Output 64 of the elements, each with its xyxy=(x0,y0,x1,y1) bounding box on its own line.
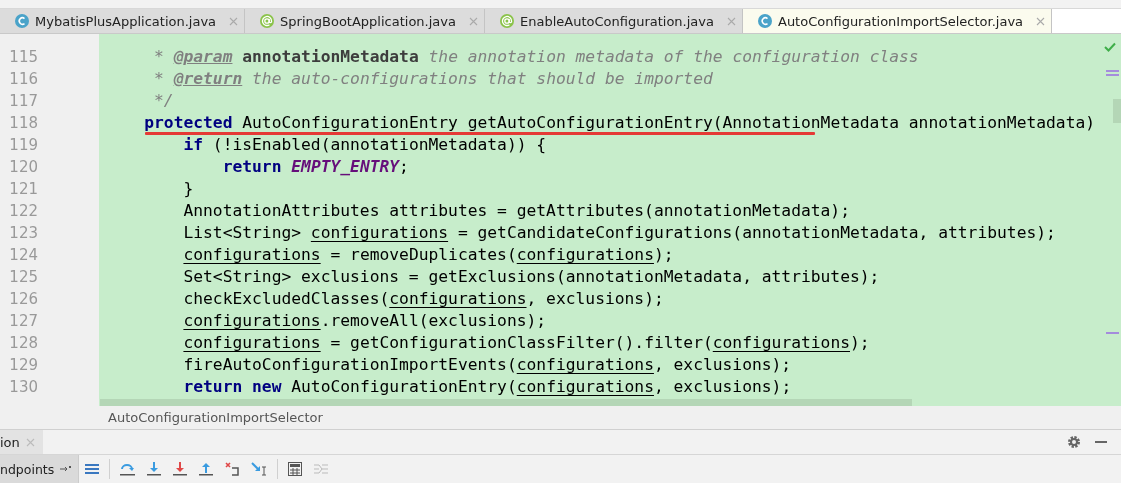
menu-icon[interactable] xyxy=(85,463,100,475)
code-line: configurations = removeDuplicates(configurations); xyxy=(182,244,674,266)
close-icon[interactable] xyxy=(229,16,239,26)
line-number: 117 xyxy=(8,91,38,112)
step-out-icon[interactable] xyxy=(199,462,214,476)
debug-tab[interactable]: ndpoints xyxy=(0,455,80,483)
line-number: 129 xyxy=(8,355,38,376)
code-line: } xyxy=(182,178,194,200)
code-line: fireAutoConfigurationImportEvents(configurations, exclusions); xyxy=(182,354,792,376)
close-icon[interactable] xyxy=(469,16,478,26)
pin-icon xyxy=(60,465,73,473)
force-step-into-icon[interactable] xyxy=(173,462,188,476)
editor-tab[interactable]: AutoConfigurationImportSelector.java xyxy=(743,9,1053,33)
marker-stripe[interactable] xyxy=(1106,70,1119,72)
line-number: 128 xyxy=(8,333,38,354)
line-number: 124 xyxy=(8,245,38,266)
marker-stripe[interactable] xyxy=(1106,332,1119,334)
step-into-icon[interactable] xyxy=(147,462,162,476)
code-line: Set<String> exclusions = getExclusions(annotationMetadata, attributes); xyxy=(182,266,880,288)
line-number: 126 xyxy=(8,289,38,310)
code-line: return new AutoConfigurationEntry(configurations, exclusions); xyxy=(182,376,792,398)
step-over-icon[interactable] xyxy=(120,462,136,476)
line-number: 115 xyxy=(8,47,38,68)
settings-icon[interactable] xyxy=(1067,435,1081,449)
close-icon[interactable] xyxy=(1036,16,1046,26)
run-to-cursor-icon[interactable] xyxy=(251,462,268,476)
editor-tab[interactable]: MybatisPlusApplication.java xyxy=(0,9,246,33)
code-line: List<String> configurations = getCandidateConfigurations(annotationMetadata, attributes); xyxy=(182,222,1056,244)
line-number: 118 xyxy=(8,113,38,134)
annotation-icon xyxy=(259,13,276,29)
close-icon[interactable] xyxy=(25,437,35,447)
editor-tab[interactable]: EnableAutoConfiguration.java xyxy=(485,9,743,33)
code-line: checkExcludedClasses(configurations, exclusions); xyxy=(182,288,664,310)
editor-tab[interactable]: SpringBootApplication.java xyxy=(245,9,485,33)
check-icon xyxy=(1104,42,1116,52)
code-line: * @return the auto-configurations that should be imported xyxy=(153,68,713,90)
line-number: 116 xyxy=(8,69,38,90)
calculator-icon[interactable] xyxy=(288,462,303,476)
class-icon xyxy=(14,13,30,29)
code-line: */ xyxy=(153,90,174,112)
line-number: 130 xyxy=(8,377,38,398)
line-number: 119 xyxy=(8,135,38,156)
line-number: 122 xyxy=(8,201,38,222)
scrollbar[interactable] xyxy=(100,399,912,406)
line-number: 123 xyxy=(8,223,38,244)
debug-tab[interactable]: ion xyxy=(0,430,43,454)
trace-icon xyxy=(314,463,329,475)
line-number: 120 xyxy=(8,157,38,178)
line-number: 121 xyxy=(8,179,38,200)
line-number: 127 xyxy=(8,311,38,332)
line-number: 125 xyxy=(8,267,38,288)
code-line: configurations = getConfigurationClassFilter().filter(configurations); xyxy=(182,332,870,354)
annotation-icon xyxy=(499,13,515,29)
close-icon[interactable] xyxy=(727,16,736,26)
code-line: if (!isEnabled(annotationMetadata)) { xyxy=(182,134,547,156)
code-line: protected AutoConfigurationEntry getAutoConfigurationEntry(AnnotationMetadata annotationMetadata) xyxy=(143,112,1096,134)
breadcrumb[interactable]: AutoConfigurationImportSelector xyxy=(108,410,323,425)
code-line: configurations.removeAll(exclusions); xyxy=(182,310,547,332)
code-line: return EMPTY_ENTRY; xyxy=(221,156,409,178)
class-icon xyxy=(757,13,773,29)
code-line: * @param annotationMetadata the annotation metadata of the configuration class xyxy=(153,46,919,68)
code-line: AnnotationAttributes attributes = getAttributes(annotationMetadata); xyxy=(182,200,850,222)
marker-stripe[interactable] xyxy=(1106,74,1119,76)
drop-frame-icon[interactable] xyxy=(225,462,240,476)
